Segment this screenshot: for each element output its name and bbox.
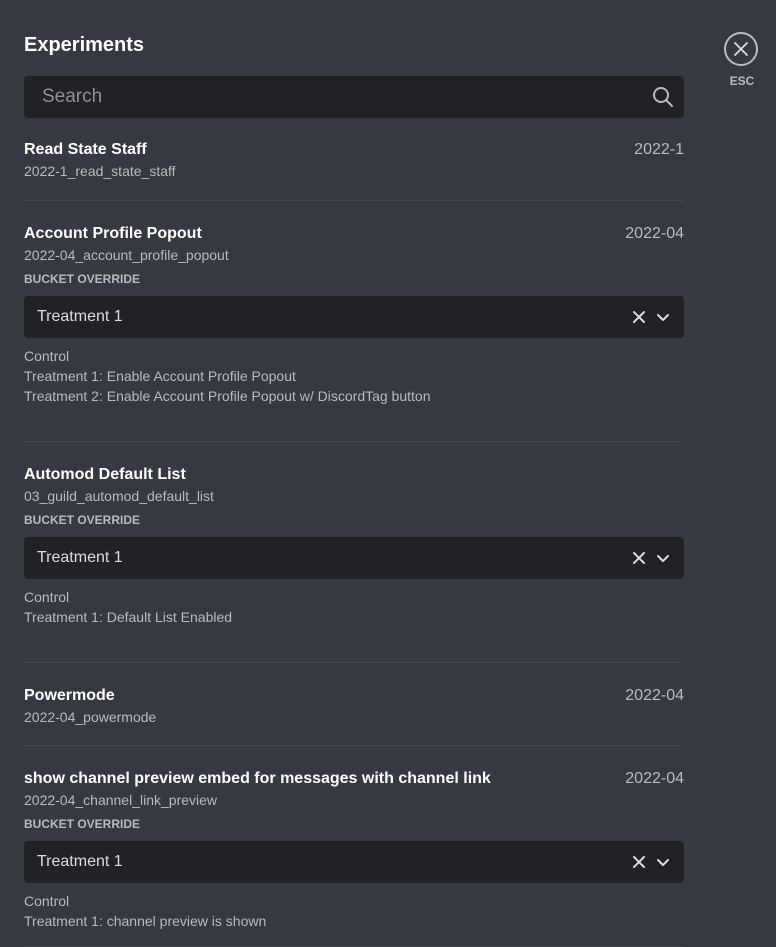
search-input[interactable] <box>24 76 624 118</box>
bucket-descriptions: Control Treatment 1: channel preview is … <box>24 891 684 931</box>
chevron-down-icon[interactable] <box>655 311 671 323</box>
bucket-description: Control <box>24 589 70 605</box>
esc-label: ESC <box>729 74 755 88</box>
bucket-override-label: BUCKET OVERRIDE <box>24 817 141 831</box>
experiment-id: 2022-04_account_profile_popout <box>24 247 229 263</box>
bucket-override-label: BUCKET OVERRIDE <box>24 272 141 286</box>
bucket-override-label: BUCKET OVERRIDE <box>24 513 141 527</box>
clear-icon[interactable] <box>632 551 646 565</box>
experiment-name: Automod Default List <box>24 466 186 483</box>
experiment-id: 03_guild_automod_default_list <box>24 488 214 504</box>
bucket-selected-value: Treatment 1 <box>37 308 123 325</box>
close-icon <box>734 42 748 56</box>
experiment-date: 2022-04 <box>625 770 684 787</box>
experiment-id: 2022-1_read_state_staff <box>24 163 176 179</box>
chevron-down-icon[interactable] <box>655 552 671 564</box>
experiment-date: 2022-1 <box>634 141 684 158</box>
bucket-selected-value: Treatment 1 <box>37 549 123 566</box>
bucket-descriptions: Control Treatment 1: Enable Account Prof… <box>24 346 684 406</box>
bucket-descriptions: Control Treatment 1: Default List Enable… <box>24 587 684 627</box>
experiment-name: Powermode <box>24 687 115 704</box>
chevron-down-icon[interactable] <box>655 856 671 868</box>
experiment-name: Account Profile Popout <box>24 225 202 242</box>
experiment-name: Read State Staff <box>24 141 147 158</box>
bucket-description: Control <box>24 348 70 364</box>
experiment-name: show channel preview embed for messages … <box>24 770 491 787</box>
bucket-description: Control <box>24 893 70 909</box>
search-bar <box>24 76 684 118</box>
bucket-description: Treatment 1: Enable Account Profile Popo… <box>24 368 296 384</box>
experiment-date: 2022-04 <box>625 225 684 242</box>
bucket-description: Treatment 2: Enable Account Profile Popo… <box>24 388 431 404</box>
clear-icon[interactable] <box>632 310 646 324</box>
bucket-description: Treatment 1: Default List Enabled <box>24 609 233 625</box>
bucket-override-select[interactable]: Treatment 1 <box>24 841 684 883</box>
experiment-item: Automod Default List 03_guild_automod_de… <box>24 462 684 663</box>
close-button[interactable] <box>724 32 758 66</box>
experiment-item: Powermode 2022-04 2022-04_powermode <box>24 683 684 746</box>
bucket-override-select[interactable]: Treatment 1 <box>24 537 684 579</box>
bucket-override-select[interactable]: Treatment 1 <box>24 296 684 338</box>
experiment-item: Read State Staff 2022-1 2022-1_read_stat… <box>24 137 684 201</box>
search-icon[interactable] <box>652 86 674 108</box>
experiment-item: show channel preview embed for messages … <box>24 766 684 947</box>
experiment-list: Read State Staff 2022-1 2022-1_read_stat… <box>24 137 684 947</box>
experiment-id: 2022-04_channel_link_preview <box>24 792 218 808</box>
page-title: Experiments <box>24 34 145 56</box>
close-control: ESC <box>724 32 760 88</box>
bucket-description: Treatment 1: channel preview is shown <box>24 913 267 929</box>
experiment-id: 2022-04_powermode <box>24 709 157 725</box>
experiment-date: 2022-04 <box>625 687 684 704</box>
clear-icon[interactable] <box>632 855 646 869</box>
experiment-item: Account Profile Popout 2022-04 2022-04_a… <box>24 221 684 442</box>
bucket-selected-value: Treatment 1 <box>37 853 123 870</box>
